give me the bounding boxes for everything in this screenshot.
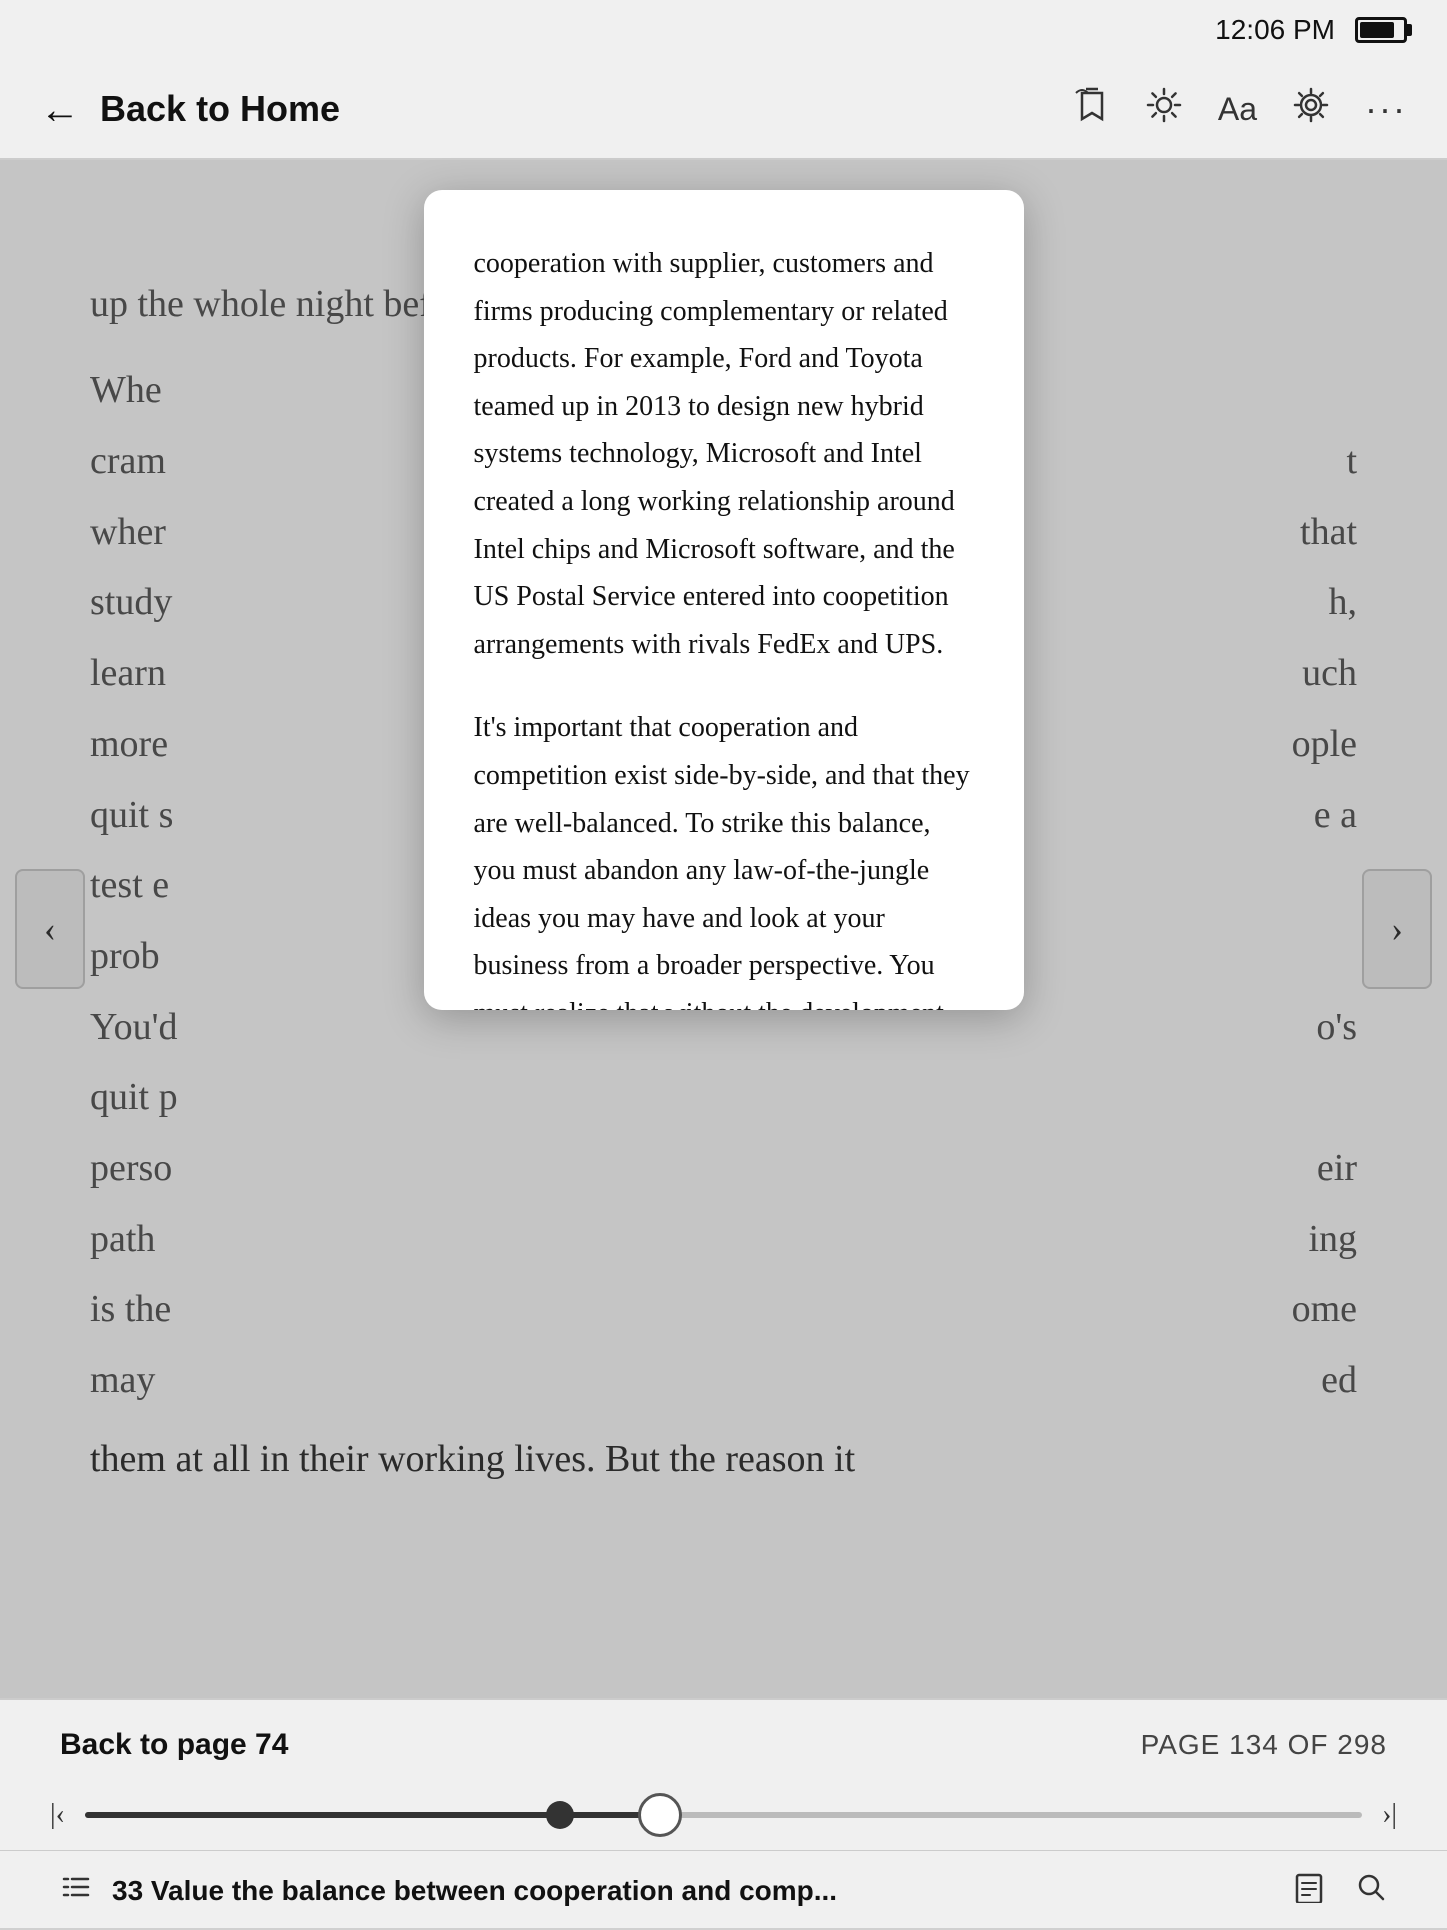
font-icon[interactable]: Aa [1218,91,1257,128]
more-icon[interactable]: ··· [1365,91,1407,127]
slider-thumb-current[interactable] [638,1793,682,1837]
page-info-bar: Back to page 74 PAGE 134 OF 298 [0,1700,1447,1780]
go-to-end-icon[interactable]: ›| [1382,1799,1397,1831]
modal-paragraph-2: It's important that cooperation and comp… [474,704,974,1010]
bottom-toolbar: 33 Value the balance between cooperation… [0,1850,1447,1930]
modal-paragraph-1: cooperation with supplier, customers and… [474,240,974,668]
settings-icon[interactable] [1293,87,1329,132]
bottom-nav: Back to page 74 PAGE 134 OF 298 |‹ ›| [0,1698,1447,1928]
toc-icon[interactable] [60,1871,92,1911]
status-time: 12:06 PM [1215,14,1335,46]
notes-icon[interactable] [1293,1871,1325,1911]
chapter-text: 33 Value the balance between cooperation… [112,1875,837,1907]
top-nav: ← Back to Home Aa [0,60,1447,160]
status-bar: 12:06 PM [0,0,1447,60]
progress-track[interactable] [85,1812,1362,1818]
back-label[interactable]: Back to Home [100,88,340,130]
brightness-icon[interactable] [1146,87,1182,132]
nav-icons: Aa ··· [1074,87,1407,132]
page-number-label: PAGE 134 OF 298 [1141,1729,1387,1761]
progress-section: |‹ ›| [0,1780,1447,1850]
chapter-info: 33 Value the balance between cooperation… [60,1871,1293,1911]
battery-fill [1360,22,1394,38]
back-section[interactable]: ← Back to Home [40,86,340,133]
bookmark-icon[interactable] [1074,87,1110,132]
slider-thumb-second[interactable] [546,1801,574,1829]
go-to-start-icon[interactable]: |‹ [50,1799,65,1831]
battery-icon [1355,17,1407,43]
modal-overlay[interactable]: cooperation with supplier, customers and… [0,160,1447,1698]
back-to-page-label[interactable]: Back to page 74 [60,1728,288,1762]
modal-box: cooperation with supplier, customers and… [424,190,1024,1010]
toolbar-right-icons [1293,1871,1387,1911]
back-arrow-icon[interactable]: ← [40,86,80,133]
search-icon[interactable] [1355,1871,1387,1911]
